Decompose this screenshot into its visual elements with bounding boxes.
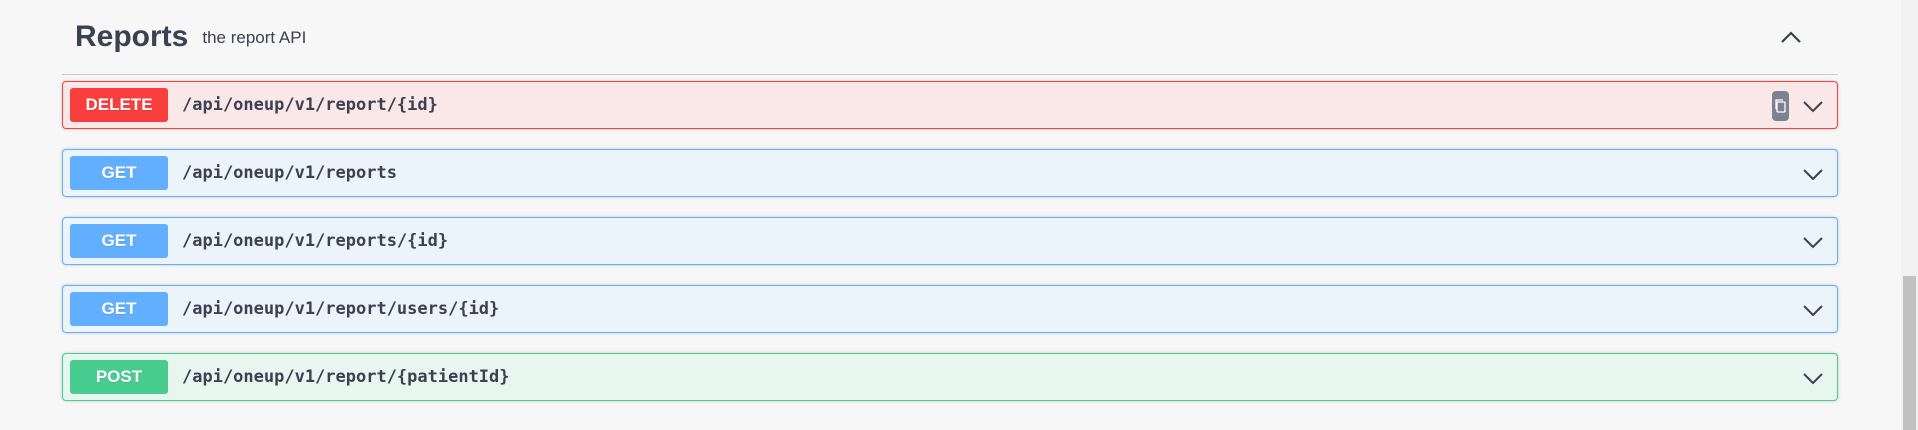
section-description: the report API <box>202 28 307 47</box>
operation-get-report-users[interactable]: GET /api/oneup/v1/report/users/{id} <box>62 285 1838 333</box>
vertical-scrollbar[interactable] <box>1901 0 1918 430</box>
method-badge: DELETE <box>70 88 168 122</box>
reports-section: Reports the report API DELETE /api/oneup… <box>62 0 1838 401</box>
operation-path: /api/oneup/v1/report/{id} <box>182 95 438 115</box>
operation-path: /api/oneup/v1/reports <box>182 163 397 183</box>
method-badge: POST <box>70 360 168 394</box>
copy-icon[interactable] <box>1772 91 1789 121</box>
swagger-page: Reports the report API DELETE /api/oneup… <box>0 0 1918 430</box>
method-badge: GET <box>70 292 168 326</box>
operation-path: /api/oneup/v1/report/{patientId} <box>182 367 510 387</box>
operation-get-reports[interactable]: GET /api/oneup/v1/reports <box>62 149 1838 197</box>
method-badge: GET <box>70 156 168 190</box>
chevron-down-icon[interactable] <box>1801 162 1825 186</box>
chevron-down-icon[interactable] <box>1801 94 1825 118</box>
operation-delete-report[interactable]: DELETE /api/oneup/v1/report/{id} <box>62 81 1838 129</box>
method-badge: GET <box>70 224 168 258</box>
chevron-down-icon[interactable] <box>1801 298 1825 322</box>
chevron-down-icon[interactable] <box>1801 366 1825 390</box>
operation-post-report[interactable]: POST /api/oneup/v1/report/{patientId} <box>62 353 1838 401</box>
operation-get-report-by-id[interactable]: GET /api/oneup/v1/reports/{id} <box>62 217 1838 265</box>
chevron-up-icon[interactable] <box>1776 22 1806 52</box>
section-header[interactable]: Reports the report API <box>62 0 1838 75</box>
operation-path: /api/oneup/v1/reports/{id} <box>182 231 449 251</box>
operation-path: /api/oneup/v1/report/users/{id} <box>182 299 500 319</box>
section-title: Reports <box>75 20 189 53</box>
chevron-down-icon[interactable] <box>1801 230 1825 254</box>
scrollbar-thumb[interactable] <box>1903 276 1916 430</box>
